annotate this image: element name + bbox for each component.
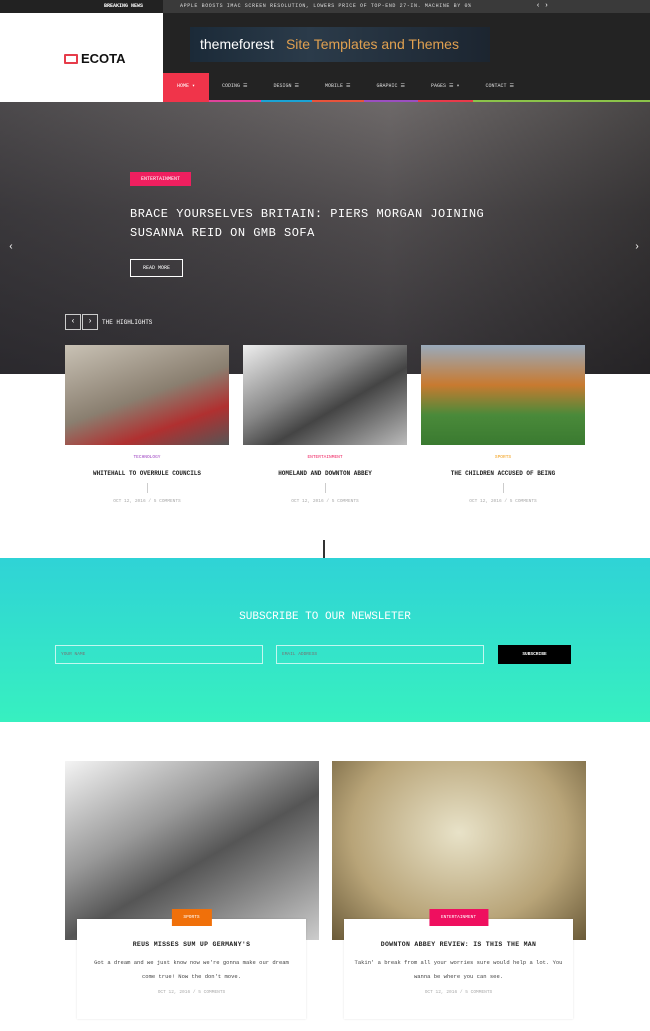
hero-title[interactable]: BRACE YOURSELVES BRITAIN: PIERS MORGAN J…	[130, 205, 510, 243]
card-image[interactable]	[243, 345, 407, 445]
highlight-card[interactable]: TECHNOLOGY WHITEHALL TO OVERRULE COUNCIL…	[65, 345, 229, 504]
card-category[interactable]: SPORTS	[421, 455, 585, 460]
newsletter-title: SUBSCRIBE TO OUR NEWSLETER	[239, 611, 411, 623]
logo[interactable]: ECOTA	[64, 51, 126, 66]
hero-category-badge[interactable]: ENTERTAINMENT	[130, 172, 192, 186]
subscribe-button[interactable]: SUBSCRIBE	[498, 645, 571, 664]
ad-banner[interactable]: themeforest Site Templates and Themes	[190, 27, 490, 62]
card-meta: OCT 12, 2016 / 5 COMMENTS	[469, 499, 537, 504]
highlights-label: THE HIGHLIGHTS	[102, 319, 153, 326]
post-category-badge[interactable]: SPORTS	[171, 909, 212, 926]
nav-item-design[interactable]: DESIGN ☰	[260, 73, 313, 102]
logo-text: ECOTA	[81, 51, 126, 66]
post-content: SPORTS REUS MISSES SUM UP GERMANY'S Got …	[77, 909, 306, 1019]
highlight-card[interactable]: SPORTS THE CHILDREN ACCUSED OF BEING OCT…	[421, 345, 585, 504]
card-meta: OCT 12, 2016 / 5 COMMENTS	[291, 499, 359, 504]
main-nav: HOME ▾ CODING ☰ DESIGN ☰ MOBILE ☰ GRAPHIC ☰ P…	[163, 73, 650, 102]
breaking-news-label: BREAKING NEWS	[0, 0, 163, 13]
chevron-right-icon[interactable]: ›	[544, 2, 548, 10]
read-more-button[interactable]: READ MORE	[130, 259, 184, 277]
card-category[interactable]: TECHNOLOGY	[65, 455, 229, 460]
divider	[324, 483, 326, 493]
banner-slogan: Site Templates and Themes	[285, 36, 459, 52]
breaking-news-ticker[interactable]: APPLE BOOSTS IMAC SCREEN RESOLUTION, LOW…	[180, 0, 472, 13]
post-meta: OCT 12, 2016 / 5 COMMENTS	[424, 990, 493, 995]
post-title[interactable]: DOWNTON ABBEY REVIEW: IS THIS THE MAN	[344, 941, 573, 948]
newsletter-section	[0, 558, 650, 722]
card-meta: OCT 12, 2016 / 5 COMMENTS	[113, 499, 181, 504]
slider-prev-icon[interactable]: ‹	[8, 242, 14, 253]
card-image[interactable]	[65, 345, 229, 445]
nav-item-contact[interactable]: CONTACT ☰	[472, 73, 650, 102]
nav-item-pages[interactable]: PAGES ☰ ▾	[418, 73, 473, 102]
nav-item-mobile[interactable]: MOBILE ☰	[312, 73, 364, 102]
nav-item-coding[interactable]: CODING ☰	[209, 73, 261, 102]
post-card[interactable]: SPORTS REUS MISSES SUM UP GERMANY'S Got …	[65, 761, 319, 1019]
highlights-next-button[interactable]: ›	[82, 314, 98, 330]
name-input[interactable]	[55, 645, 263, 664]
divider	[502, 483, 504, 493]
card-category[interactable]: ENTERTAINMENT	[243, 455, 407, 460]
post-excerpt: Got a dream and we just know now we're g…	[94, 959, 289, 980]
highlight-card[interactable]: ENTERTAINMENT HOMELAND AND DOWNTON ABBEY…	[243, 345, 407, 504]
newspaper-icon	[64, 53, 78, 64]
nav-item-home[interactable]: HOME ▾	[163, 73, 210, 102]
post-meta: OCT 12, 2016 / 5 COMMENTS	[157, 990, 226, 995]
post-title[interactable]: REUS MISSES SUM UP GERMANY'S	[77, 941, 306, 948]
ticker-controls: ‹ ›	[536, 0, 549, 13]
post-card[interactable]: ENTERTAINMENT DOWNTON ABBEY REVIEW: IS T…	[332, 761, 586, 1019]
card-title[interactable]: WHITEHALL TO OVERRULE COUNCILS	[65, 470, 229, 477]
post-content: ENTERTAINMENT DOWNTON ABBEY REVIEW: IS T…	[344, 909, 573, 1019]
card-title[interactable]: HOMELAND AND DOWNTON ABBEY	[243, 470, 407, 477]
post-excerpt: Takin' a break from all your worries sur…	[354, 959, 563, 980]
card-title[interactable]: THE CHILDREN ACCUSED OF BEING	[421, 470, 585, 477]
card-image[interactable]	[421, 345, 585, 445]
post-category-badge[interactable]: ENTERTAINMENT	[428, 909, 489, 926]
banner-brand: themeforest	[200, 36, 274, 52]
slider-next-icon[interactable]: ›	[634, 242, 640, 253]
highlights-prev-button[interactable]: ‹	[65, 314, 81, 330]
nav-item-graphic[interactable]: GRAPHIC ☰	[363, 73, 419, 102]
email-input[interactable]	[276, 645, 484, 664]
chevron-left-icon[interactable]: ‹	[536, 2, 540, 10]
divider	[146, 483, 148, 493]
